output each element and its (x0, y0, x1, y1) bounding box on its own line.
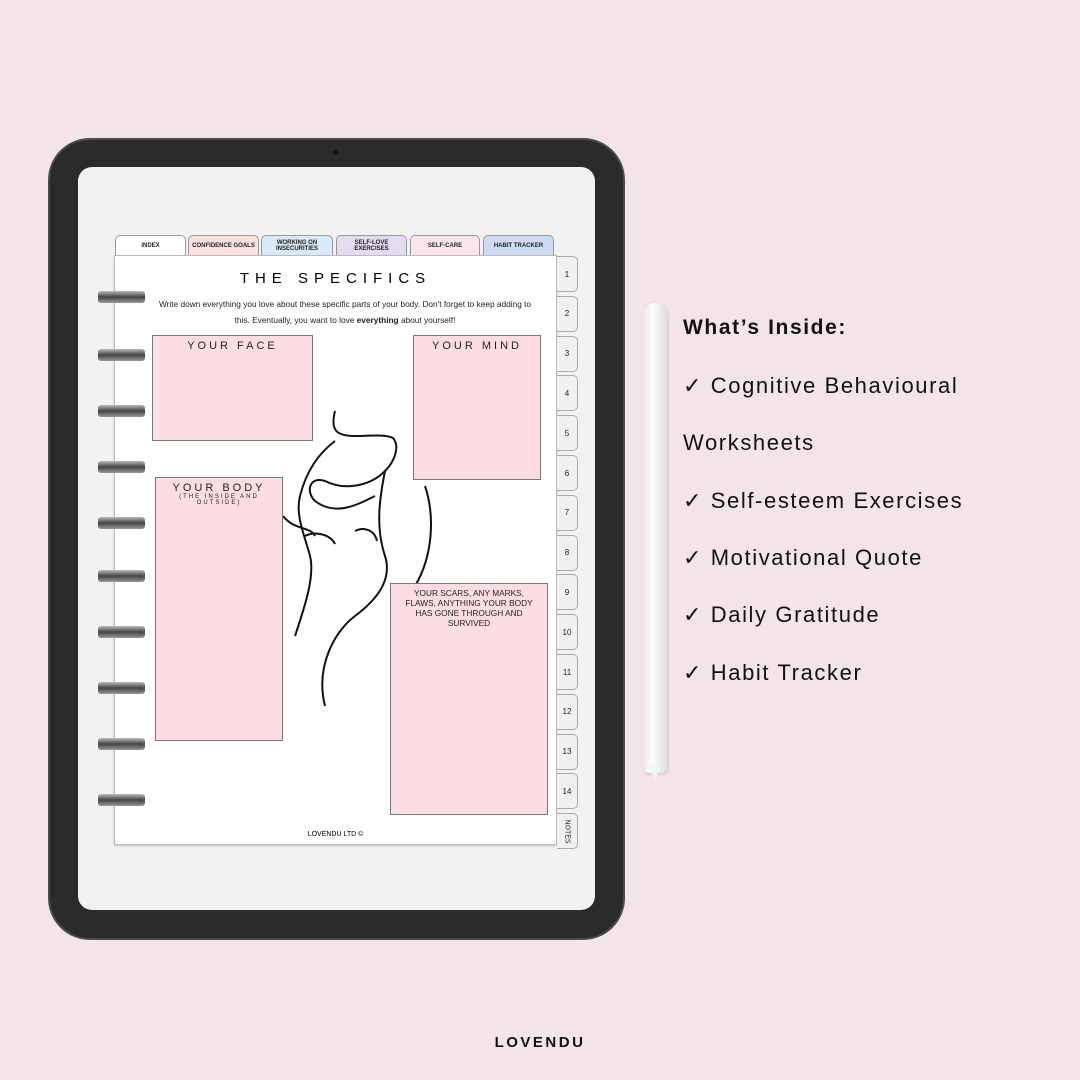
side-tab-label: 7 (564, 508, 570, 518)
your-body-box[interactable]: YOUR BODY (THE INSIDE AND OUTSIDE) (155, 477, 283, 741)
your-scars-box[interactable]: YOUR SCARS, ANY MARKS, FLAWS, ANYTHING Y… (390, 583, 548, 815)
intro-text: Write down everything you love about the… (158, 299, 532, 325)
your-face-box[interactable]: YOUR FACE (152, 335, 313, 441)
feature-item: ✓ Motivational Quote (683, 544, 923, 570)
top-tab[interactable]: INDEX (115, 235, 186, 256)
side-tab-label: 1 (564, 269, 570, 279)
side-tab-label: 3 (564, 349, 570, 359)
side-tab[interactable]: 4 (557, 375, 578, 412)
side-tab-label: 10 (562, 627, 572, 637)
side-tab[interactable]: 3 (557, 335, 578, 372)
side-tab[interactable]: 2 (557, 295, 578, 332)
side-tab[interactable]: 7 (557, 494, 578, 531)
side-tab-label: 9 (564, 587, 570, 597)
side-tab[interactable]: 9 (557, 574, 578, 611)
side-tab-label: 5 (564, 428, 570, 438)
side-tab[interactable]: 6 (557, 455, 578, 491)
features-heading: What’s Inside: (683, 316, 847, 339)
side-tab-label: NOTES (563, 819, 571, 844)
spiral-ring (98, 626, 145, 638)
side-tab[interactable]: 10 (557, 614, 578, 651)
side-tab[interactable]: 12 (557, 693, 578, 730)
top-tab[interactable]: HABIT TRACKER (483, 235, 554, 256)
spiral-ring (98, 738, 145, 750)
spiral-ring (98, 570, 145, 582)
side-tab[interactable]: 8 (557, 534, 578, 571)
box-label: YOUR MIND (432, 340, 522, 352)
feature-item: Worksheets (683, 430, 815, 456)
top-tab[interactable]: SELF-CARE (410, 235, 480, 256)
box-sublabel: (THE INSIDE AND OUTSIDE) (179, 494, 259, 506)
side-tab-label: 11 (562, 667, 572, 677)
box-label: YOUR BODY (172, 482, 266, 494)
side-tab[interactable]: 14 (557, 773, 578, 810)
side-tab-label: 12 (562, 707, 572, 717)
spiral-ring (98, 291, 145, 303)
brand-logo: LOVENDU (494, 1034, 586, 1051)
feature-item: ✓ Daily Gratitude (683, 602, 881, 628)
spiral-ring (98, 405, 145, 417)
box-label: YOUR FACE (187, 340, 278, 352)
camera-icon (333, 150, 338, 155)
planner-page: THE SPECIFICS Write down everything you … (114, 255, 557, 845)
stylus-pencil (643, 303, 667, 773)
top-tab[interactable]: CONFIDENCE GOALS (188, 235, 259, 256)
top-tab[interactable]: SELF-LOVE EXERCISES (336, 235, 407, 256)
side-tab-label: 8 (564, 548, 570, 558)
top-tab[interactable]: WORKING ON INSECURITIES (261, 235, 333, 256)
side-tab[interactable]: 13 (557, 733, 578, 770)
spiral-ring (98, 349, 145, 361)
page-title: THE SPECIFICS (239, 270, 432, 287)
side-tab[interactable]: 1 (557, 256, 578, 292)
side-tab[interactable]: NOTES (557, 813, 578, 850)
spiral-ring (98, 517, 145, 529)
spiral-ring (98, 682, 145, 694)
feature-item: ✓ Habit Tracker (683, 659, 863, 685)
feature-item: ✓ Self-esteem Exercises (683, 487, 964, 513)
feature-item: ✓ Cognitive Behavioural (683, 373, 959, 398)
spiral-ring (98, 794, 145, 806)
side-tab-label: 2 (564, 309, 570, 319)
your-mind-box[interactable]: YOUR MIND (413, 335, 541, 480)
page-footer: LOVENDU LTD © (307, 831, 364, 838)
side-tab-label: 4 (564, 388, 570, 398)
side-tab[interactable]: 5 (557, 415, 578, 452)
side-tab-label: 13 (562, 747, 572, 757)
side-tab-label: 14 (562, 786, 572, 796)
box-label: YOUR SCARS, ANY MARKS, FLAWS, ANYTHING Y… (405, 588, 533, 628)
spiral-ring (98, 461, 145, 473)
side-tab-label: 6 (564, 468, 570, 478)
side-tab[interactable]: 11 (557, 654, 578, 690)
